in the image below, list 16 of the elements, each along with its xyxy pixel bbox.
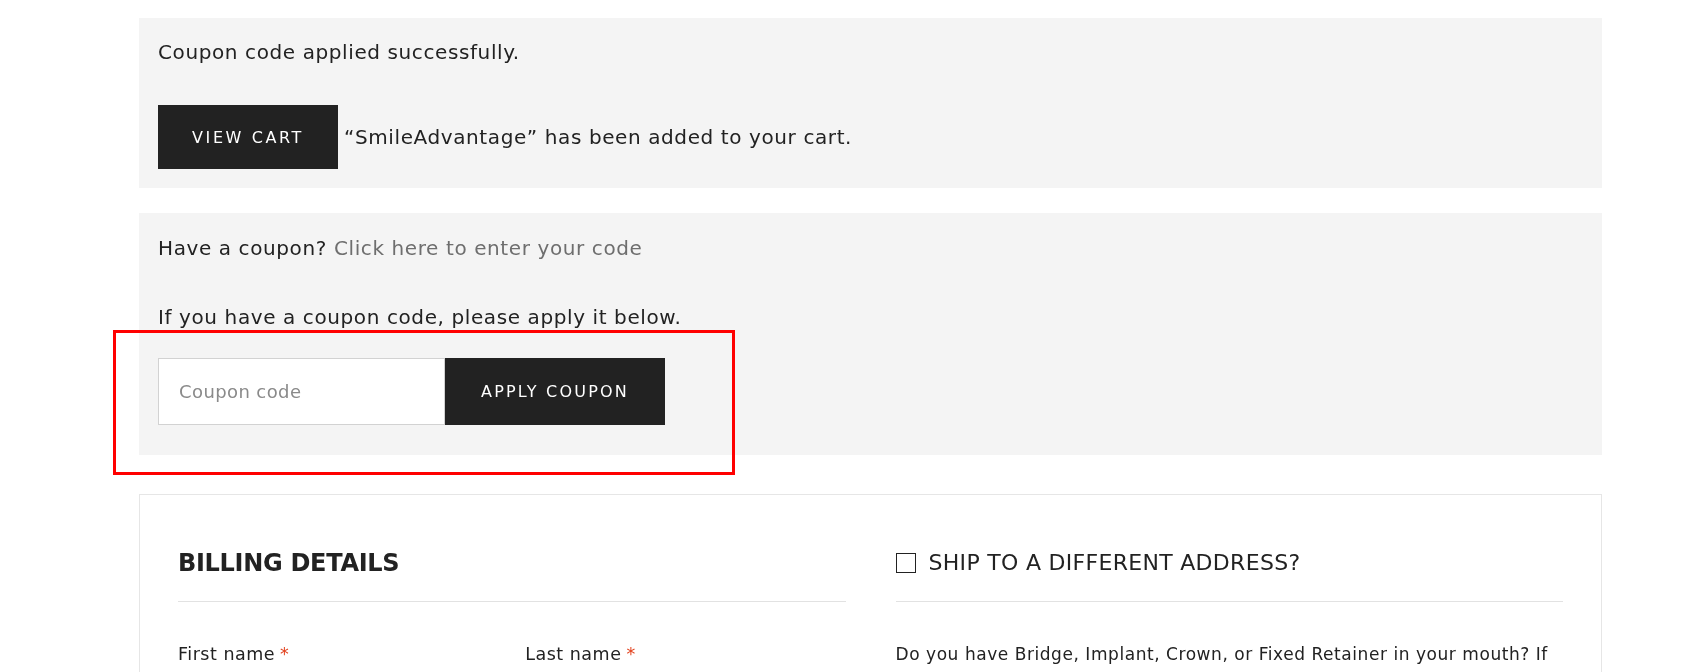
- apply-coupon-button[interactable]: APPLY COUPON: [445, 358, 665, 425]
- required-mark: *: [626, 643, 636, 666]
- enter-code-link[interactable]: Click here to enter your code: [333, 236, 643, 260]
- field-label: First name: [178, 643, 276, 666]
- checkbox[interactable]: [895, 553, 916, 573]
- billing-title: BILLING DETAILS: [178, 548, 401, 579]
- notice-message: Coupon code applied successfully.: [158, 39, 520, 65]
- coupon-prompt: Have a coupon? Click here to enter your code: [158, 235, 644, 261]
- view-cart-button[interactable]: VIEW CART: [158, 105, 338, 169]
- coupon-instruction: If you have a coupon code, please apply it below.: [158, 304, 683, 330]
- retainer-question: Do you have Bridge, Implant, Crown, or Fixed Retainer in your mouth? If: [895, 643, 1549, 666]
- field-label: Last name: [525, 643, 622, 666]
- shipping-title: SHIP TO A DIFFERENT ADDRESS?: [928, 549, 1301, 577]
- required-mark: *: [280, 643, 290, 666]
- notice-message: “SmileAdvantage” has been added to your cart.: [344, 124, 853, 150]
- coupon-code-field[interactable]: Coupon code: [158, 358, 445, 425]
